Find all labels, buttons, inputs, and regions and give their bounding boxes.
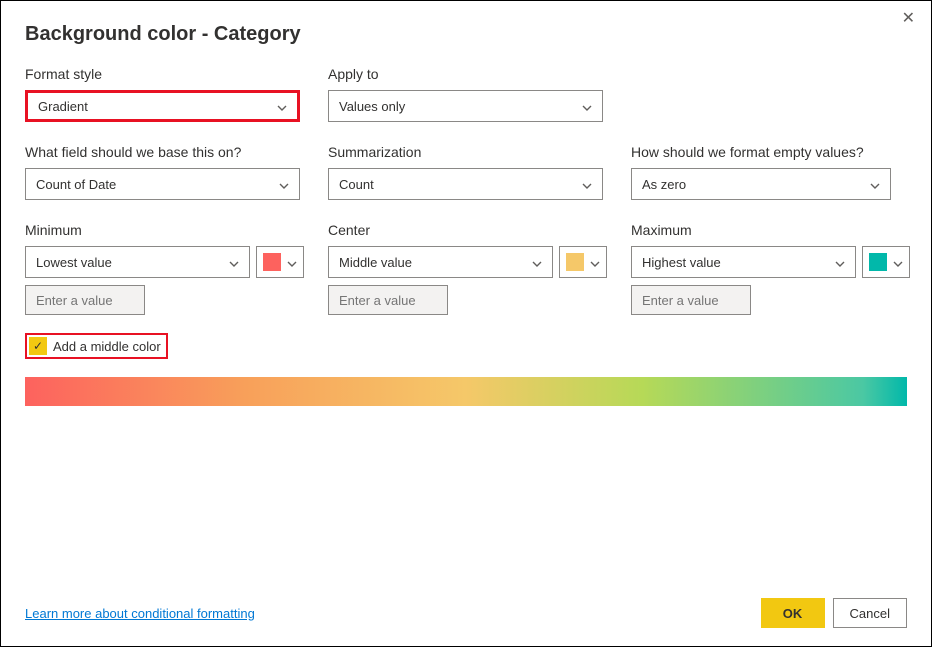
chevron-down-icon (893, 255, 903, 270)
summarization-group: Summarization Count (328, 144, 603, 200)
base-field-value: Count of Date (36, 177, 116, 192)
add-middle-color-row: ✓ Add a middle color (25, 333, 907, 359)
format-style-label: Format style (25, 66, 300, 82)
summarization-value: Count (339, 177, 374, 192)
check-icon: ✓ (33, 339, 43, 353)
format-style-group: Format style Gradient (25, 66, 300, 122)
maximum-mode-select[interactable]: Highest value (631, 246, 856, 278)
gradient-preview (25, 377, 907, 406)
chevron-down-icon (279, 177, 289, 192)
footer-buttons: OK Cancel (761, 598, 907, 628)
chevron-down-icon (870, 177, 880, 192)
learn-more-link[interactable]: Learn more about conditional formatting (25, 606, 255, 621)
minimum-color-picker[interactable] (256, 246, 304, 278)
add-middle-color-label: Add a middle color (53, 339, 161, 354)
chevron-down-icon (532, 255, 542, 270)
maximum-label: Maximum (631, 222, 906, 238)
apply-to-label: Apply to (328, 66, 603, 82)
minimum-label: Minimum (25, 222, 300, 238)
chevron-down-icon (835, 255, 845, 270)
empty-values-value: As zero (642, 177, 686, 192)
maximum-group: Maximum Highest value (631, 222, 906, 315)
minimum-color-swatch (263, 253, 281, 271)
maximum-mode-value: Highest value (642, 255, 721, 270)
dialog-footer: Learn more about conditional formatting … (25, 598, 907, 628)
base-field-group: What field should we base this on? Count… (25, 144, 300, 200)
chevron-down-icon (277, 99, 287, 114)
chevron-down-icon (287, 255, 297, 270)
format-style-select[interactable]: Gradient (25, 90, 300, 122)
minimum-mode-value: Lowest value (36, 255, 112, 270)
empty-values-group: How should we format empty values? As ze… (631, 144, 891, 200)
format-style-value: Gradient (38, 99, 88, 114)
chevron-down-icon (229, 255, 239, 270)
maximum-color-picker[interactable] (862, 246, 910, 278)
chevron-down-icon (590, 255, 600, 270)
summarization-select[interactable]: Count (328, 168, 603, 200)
background-color-dialog: ✕ Background color - Category Format sty… (0, 0, 932, 647)
maximum-color-swatch (869, 253, 887, 271)
close-button[interactable]: ✕ (896, 9, 921, 29)
add-middle-color-checkbox[interactable]: ✓ (29, 337, 47, 355)
center-color-picker[interactable] (559, 246, 607, 278)
apply-to-value: Values only (339, 99, 405, 114)
chevron-down-icon (582, 99, 592, 114)
add-middle-color-highlight: ✓ Add a middle color (25, 333, 168, 359)
center-mode-value: Middle value (339, 255, 412, 270)
summarization-label: Summarization (328, 144, 603, 160)
center-label: Center (328, 222, 603, 238)
close-icon: ✕ (902, 10, 915, 27)
empty-values-select[interactable]: As zero (631, 168, 891, 200)
center-mode-select[interactable]: Middle value (328, 246, 553, 278)
apply-to-group: Apply to Values only (328, 66, 603, 122)
row-base-summary-empty: What field should we base this on? Count… (25, 144, 907, 200)
chevron-down-icon (582, 177, 592, 192)
dialog-title: Background color - Category (25, 23, 907, 46)
minimum-mode-select[interactable]: Lowest value (25, 246, 250, 278)
minimum-value-input[interactable] (25, 285, 145, 315)
base-field-select[interactable]: Count of Date (25, 168, 300, 200)
center-value-input[interactable] (328, 285, 448, 315)
base-field-label: What field should we base this on? (25, 144, 300, 160)
empty-values-label: How should we format empty values? (631, 144, 891, 160)
maximum-value-input[interactable] (631, 285, 751, 315)
apply-to-select[interactable]: Values only (328, 90, 603, 122)
ok-button[interactable]: OK (761, 598, 825, 628)
center-color-swatch (566, 253, 584, 271)
minimum-group: Minimum Lowest value (25, 222, 300, 315)
row-format-apply: Format style Gradient Apply to Values on… (25, 66, 907, 122)
cancel-button[interactable]: Cancel (833, 598, 907, 628)
row-min-center-max: Minimum Lowest value Center Middle value (25, 222, 907, 315)
center-group: Center Middle value (328, 222, 603, 315)
